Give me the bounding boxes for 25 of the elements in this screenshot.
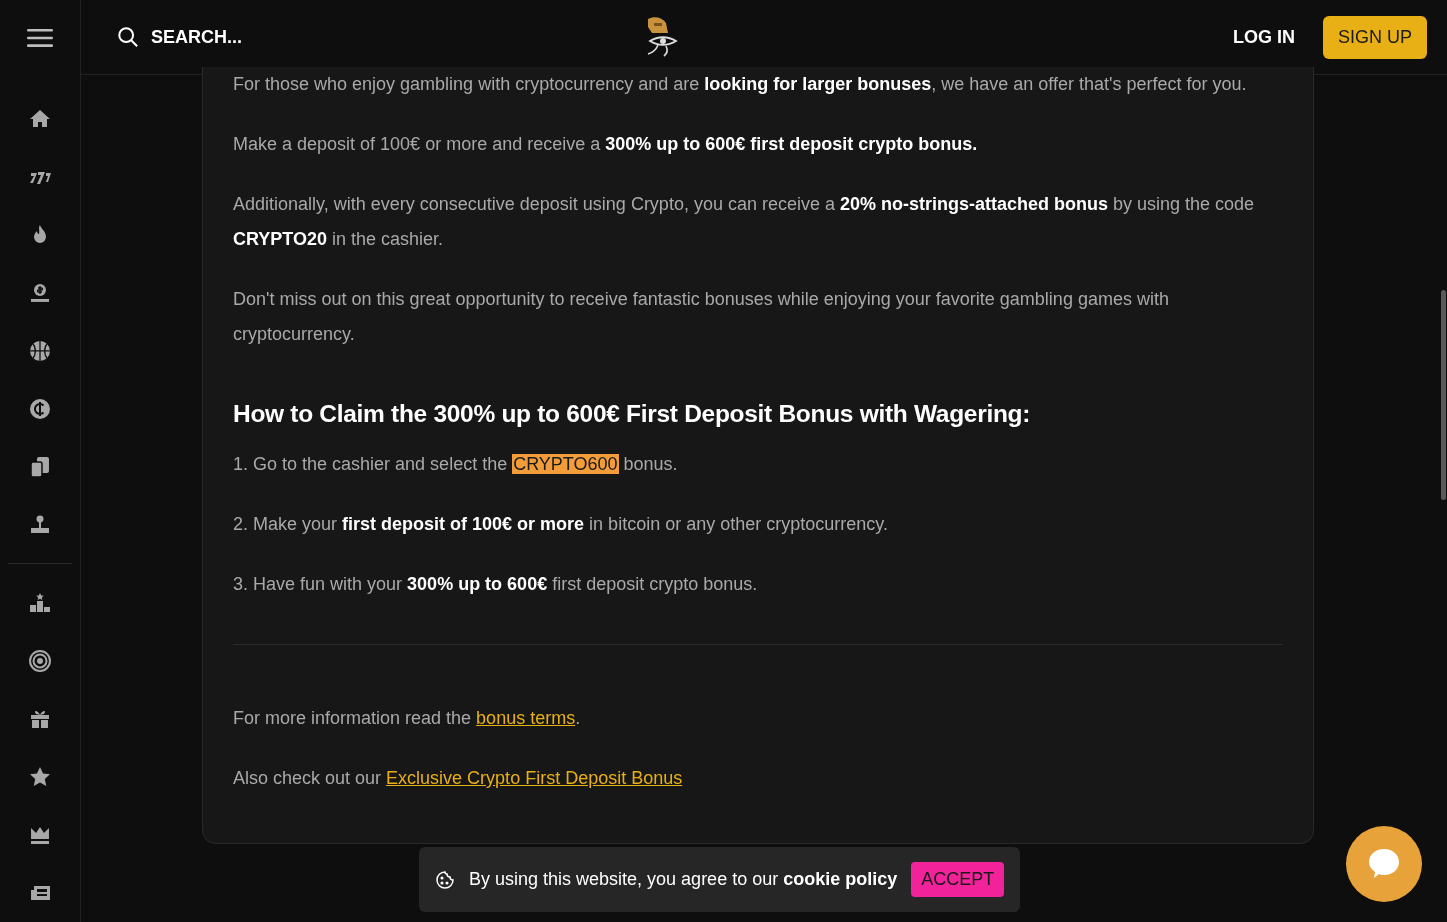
paragraph: For those who enjoy gambling with cryptocurrency and are looking for larger bonuses, we have an offer that's perfect for you. (233, 73, 1248, 96)
section-heading: How to Claim the 300% up to 600€ First Deposit Bonus with Wagering: (233, 399, 1032, 429)
paragraph: Make a deposit of 100€ or more and receive a 300% up to 600€ first deposit crypto bonus. (233, 133, 979, 156)
text-link[interactable]: Exclusive Crypto First Deposit Bonus (386, 768, 683, 788)
cards-icon[interactable] (28, 454, 52, 479)
step-text: 2. Make your first deposit of 100€ or more in bitcoin or any other cryptocurrency. (233, 513, 889, 536)
search-icon (117, 26, 139, 48)
menu-icon[interactable] (27, 26, 53, 50)
search-button[interactable]: SEARCH... (117, 26, 242, 48)
paragraph: Also check out our Exclusive Crypto First Deposit Bonus (233, 767, 684, 790)
signup-button[interactable]: SIGN UP (1323, 15, 1427, 59)
scrollbar-thumb[interactable] (1441, 290, 1446, 500)
paragraph: For more information read the bonus terms. (233, 707, 582, 730)
cookie-icon (435, 869, 455, 890)
step-text: 3. Have fun with your 300% up to 600€ first deposit crypto bonus. (233, 573, 759, 596)
login-button[interactable]: LOG IN (1217, 16, 1311, 58)
step-text: 1. Go to the cashier and select the CRYPTO600 bonus. (233, 453, 679, 476)
cookie-message: By using this website, you agree to our cookie policy (469, 869, 898, 890)
crypto-coin-icon[interactable] (28, 396, 52, 421)
paragraph: Don't miss out on this great opportunity to receive fantastic bonuses while enjoying your favorite gambling games with cryptocurrency. (233, 288, 1170, 346)
paragraph: Additionally, with every consecutive deposit using Crypto, you can receive a 20% no-strings-attached bonus by using the code CRYPTO20 in the cashier. (233, 193, 1256, 251)
accept-button[interactable]: ACCEPT (911, 862, 1005, 897)
text-link[interactable]: bonus terms (476, 708, 576, 728)
target-icon[interactable] (28, 649, 52, 674)
basketball-icon[interactable] (28, 338, 52, 363)
